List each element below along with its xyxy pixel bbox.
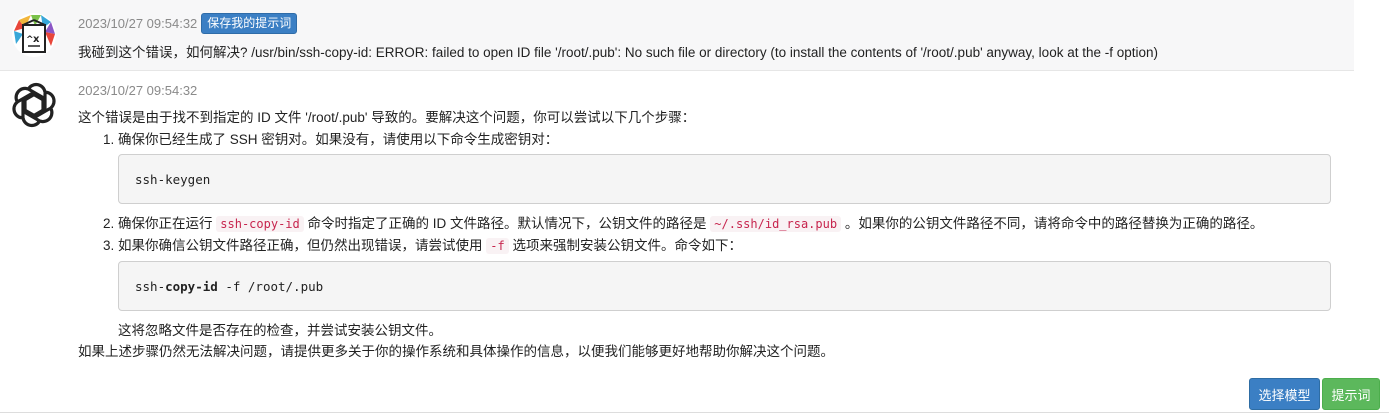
steps-list: 确保你已经生成了 SSH 密钥对。如果没有，请使用以下命令生成密钥对： ssh-… bbox=[78, 129, 1334, 341]
bottom-divider bbox=[0, 412, 1389, 413]
step-2-text-b: 命令时指定了正确的 ID 文件路径。默认情况下，公钥文件的路径是 bbox=[303, 216, 711, 231]
step-3-text-b: 选项来强制安装公钥文件。命令如下： bbox=[508, 238, 742, 253]
code-copy-post: -f /root/.pub bbox=[217, 278, 324, 294]
code-keygen-text: ssh-keygen bbox=[135, 171, 211, 187]
assistant-avatar-icon bbox=[11, 82, 57, 128]
assistant-intro: 这个错误是由于找不到指定的 ID 文件 '/root/.pub' 导致的。要解决… bbox=[78, 110, 696, 125]
assistant-message-meta: 2023/10/27 09:54:32 bbox=[78, 83, 197, 98]
inline-code-pubkey-path: ~/.ssh/id_rsa.pub bbox=[710, 216, 842, 232]
step-1-text: 确保你已经生成了 SSH 密钥对。如果没有，请使用以下命令生成密钥对： bbox=[118, 132, 559, 147]
step-3: 如果你确信公钥文件路径正确，但仍然出现错误，请尝试使用 -f 选项来强制安装公钥… bbox=[118, 235, 1334, 341]
inline-code-f-flag: -f bbox=[486, 238, 509, 254]
code-block-ssh-copy-id[interactable]: ssh-copy-id -f /root/.pub bbox=[118, 261, 1331, 311]
user-message-meta: 2023/10/27 09:54:32 保存我的提示词 bbox=[78, 13, 298, 34]
step-1: 确保你已经生成了 SSH 密钥对。如果没有，请使用以下命令生成密钥对： ssh-… bbox=[118, 129, 1334, 204]
assistant-message: 2023/10/27 09:54:32 这个错误是由于找不到指定的 ID 文件 … bbox=[0, 71, 1354, 391]
step-2-text-a: 确保你正在运行 bbox=[118, 216, 217, 231]
assistant-message-timestamp: 2023/10/27 09:54:32 bbox=[78, 83, 198, 98]
code-copy-bold: copy-id bbox=[165, 278, 218, 294]
assistant-message-body: 这个错误是由于找不到指定的 ID 文件 '/root/.pub' 导致的。要解决… bbox=[78, 107, 1334, 362]
assistant-closing: 如果上述步骤仍然无法解决问题，请提供更多关于你的操作系统和具体操作的信息，以便我… bbox=[78, 344, 834, 359]
user-message: ^ x 2023/10/27 09:54:32 保存我的提示词 我碰到这个错误，… bbox=[0, 0, 1354, 71]
select-model-button[interactable]: 选择模型 bbox=[1249, 378, 1320, 410]
svg-text:x: x bbox=[33, 34, 40, 45]
step-3-note: 这将忽略文件是否存在的检查，并尝试安装公钥文件。 bbox=[118, 323, 442, 338]
prompts-button[interactable]: 提示词 bbox=[1322, 378, 1380, 410]
step-2: 确保你正在运行 ssh-copy-id 命令时指定了正确的 ID 文件路径。默认… bbox=[118, 213, 1334, 235]
step-3-text-a: 如果你确信公钥文件路径正确，但仍然出现错误，请尝试使用 bbox=[118, 238, 487, 253]
inline-code-ssh-copy-id: ssh-copy-id bbox=[216, 216, 304, 232]
code-copy-pre: ssh- bbox=[135, 278, 166, 294]
user-message-text: 我碰到这个错误，如何解决? /usr/bin/ssh-copy-id: ERRO… bbox=[78, 45, 1158, 60]
code-block-keygen[interactable]: ssh-keygen bbox=[118, 154, 1331, 204]
save-prompt-button[interactable]: 保存我的提示词 bbox=[201, 13, 298, 34]
user-avatar-icon: ^ x bbox=[11, 12, 57, 58]
step-2-text-c: 。如果你的公钥文件路径不同，请将命令中的路径替换为正确的路径。 bbox=[841, 216, 1264, 231]
user-message-timestamp: 2023/10/27 09:54:32 bbox=[78, 16, 198, 31]
